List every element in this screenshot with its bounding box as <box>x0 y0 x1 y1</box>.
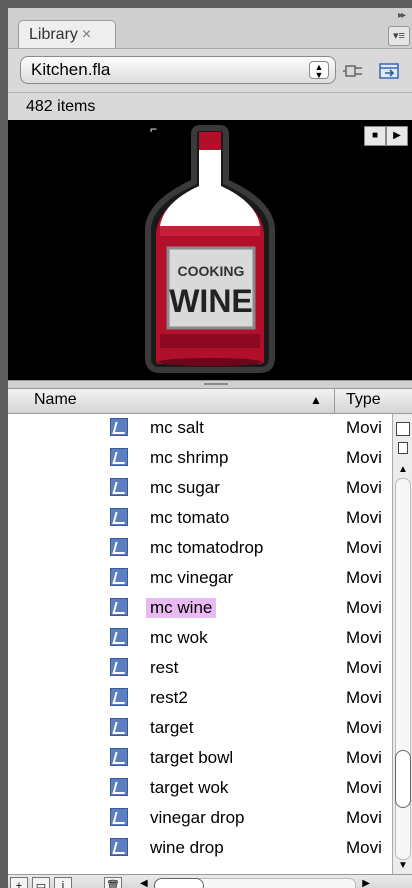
item-type: Movi <box>346 538 382 557</box>
panel-menu-button[interactable]: ▾≡ <box>388 26 410 46</box>
scroll-left-icon[interactable]: ◀ <box>140 878 148 888</box>
item-type: Movi <box>346 808 382 827</box>
list-item[interactable]: mc tomato Movi <box>8 504 392 534</box>
tab-library-label: Library <box>29 25 78 43</box>
movieclip-symbol-icon <box>110 598 128 616</box>
panel-tab-row: Library × ▸▸ ▾≡ <box>8 8 412 49</box>
item-name: vinegar drop <box>150 808 245 827</box>
item-type: Movi <box>346 598 382 617</box>
list-item[interactable]: mc shrimp Movi <box>8 444 392 474</box>
bottle-label-bottom: WINE <box>169 283 253 319</box>
library-bottom-toolbar: + ▭ i 🗑 ◀ ▶ <box>8 874 412 888</box>
item-name: mc tomatodrop <box>150 538 264 557</box>
item-name: mc tomato <box>150 508 230 527</box>
movieclip-symbol-icon <box>110 448 128 466</box>
library-panel: Library × ▸▸ ▾≡ Kitchen.fla ▲ ▼ 482 item… <box>8 8 412 888</box>
delete-trash-icon[interactable]: 🗑 <box>104 877 122 888</box>
new-folder-icon[interactable]: ▭ <box>32 877 50 888</box>
item-name: rest <box>150 658 179 677</box>
movieclip-symbol-icon <box>110 508 128 526</box>
item-name: mc vinegar <box>150 568 234 587</box>
list-item[interactable]: mc wine Movi <box>8 594 392 624</box>
list-item[interactable]: target bowl Movi <box>8 744 392 774</box>
item-type: Movi <box>346 718 382 737</box>
movieclip-symbol-icon <box>110 568 128 586</box>
library-item-list: mc salt Movi mc shrimp Movi mc sugar Movi mc t… <box>8 414 392 874</box>
tab-library[interactable]: Library × <box>18 20 116 48</box>
item-name: mc wine <box>146 598 217 618</box>
list-item[interactable]: mc wok Movi <box>8 624 392 654</box>
list-item[interactable]: mc sugar Movi <box>8 474 392 504</box>
list-item[interactable]: rest Movi <box>8 654 392 684</box>
list-item[interactable]: mc salt Movi <box>8 414 392 444</box>
scroll-down-icon[interactable]: ▼ <box>398 860 408 871</box>
movieclip-symbol-icon <box>110 748 128 766</box>
bottle-label-top: COOKING <box>178 263 245 279</box>
narrow-view-icon[interactable] <box>398 442 408 454</box>
item-type: Movi <box>346 748 382 767</box>
horizontal-scroll-thumb[interactable] <box>154 878 204 888</box>
list-item[interactable]: mc vinegar Movi <box>8 564 392 594</box>
item-type: Movi <box>346 778 382 797</box>
item-type: Movi <box>346 658 382 677</box>
item-name: mc salt <box>150 418 204 437</box>
movieclip-symbol-icon <box>110 538 128 556</box>
movieclip-symbol-icon <box>110 418 128 436</box>
wine-bottle-image: COOKING WINE <box>145 125 275 373</box>
list-item[interactable]: target wok Movi <box>8 774 392 804</box>
properties-icon[interactable]: i <box>54 877 72 888</box>
list-item[interactable]: vinegar drop Movi <box>8 804 392 834</box>
movieclip-symbol-icon <box>110 808 128 826</box>
tab-close-icon[interactable]: × <box>82 26 91 44</box>
item-type: Movi <box>346 448 382 467</box>
sort-ascending-icon[interactable]: ▲ <box>310 393 322 407</box>
vertical-scrollbar[interactable]: ▲ ▼ <box>392 414 412 874</box>
panel-grip-icon[interactable]: ▸▸ <box>398 10 406 21</box>
select-arrows-icon: ▲ ▼ <box>309 61 329 80</box>
scroll-up-icon[interactable]: ▲ <box>398 464 408 475</box>
item-name: mc wok <box>150 628 208 647</box>
horizontal-scrollbar[interactable]: ◀ ▶ <box>140 878 370 888</box>
column-header-name[interactable]: Name <box>34 391 77 409</box>
item-type: Movi <box>346 508 382 527</box>
new-library-panel-icon[interactable] <box>378 61 402 81</box>
item-type: Movi <box>346 418 382 437</box>
wide-view-icon[interactable] <box>396 422 410 436</box>
list-header: Name ▲ Type <box>8 388 412 414</box>
list-item[interactable]: rest2 Movi <box>8 684 392 714</box>
movieclip-symbol-icon <box>110 718 128 736</box>
symbol-preview: ⌐ ■ ▶ COOKING WINE <box>8 120 412 380</box>
movieclip-symbol-icon <box>110 838 128 856</box>
item-type: Movi <box>346 568 382 587</box>
movieclip-symbol-icon <box>110 778 128 796</box>
movieclip-symbol-icon <box>110 658 128 676</box>
item-name: rest2 <box>150 688 188 707</box>
column-divider[interactable] <box>334 389 335 413</box>
item-type: Movi <box>346 478 382 497</box>
item-name: wine drop <box>150 838 224 857</box>
item-count: 482 items <box>26 98 96 115</box>
list-item[interactable]: target Movi <box>8 714 392 744</box>
item-name: mc shrimp <box>150 448 229 467</box>
item-name: mc sugar <box>150 478 220 497</box>
file-select-row: Kitchen.fla ▲ ▼ <box>8 49 412 91</box>
document-select-value: Kitchen.fla <box>31 60 111 79</box>
list-item[interactable]: mc tomatodrop Movi <box>8 534 392 564</box>
item-name: target wok <box>150 778 229 797</box>
item-type: Movi <box>346 628 382 647</box>
movieclip-symbol-icon <box>110 628 128 646</box>
new-symbol-icon[interactable]: + <box>10 877 28 888</box>
movieclip-symbol-icon <box>110 688 128 706</box>
item-type: Movi <box>346 688 382 707</box>
movieclip-symbol-icon <box>110 478 128 496</box>
pin-library-icon[interactable] <box>342 61 366 81</box>
list-item[interactable]: wine drop Movi <box>8 834 392 864</box>
column-header-type[interactable]: Type <box>346 391 381 409</box>
document-select[interactable]: Kitchen.fla ▲ ▼ <box>20 56 336 84</box>
item-name: target bowl <box>150 748 234 767</box>
scroll-thumb[interactable] <box>395 750 411 808</box>
scroll-right-icon[interactable]: ▶ <box>362 878 370 888</box>
item-name: target <box>150 718 194 737</box>
item-type: Movi <box>346 838 382 857</box>
